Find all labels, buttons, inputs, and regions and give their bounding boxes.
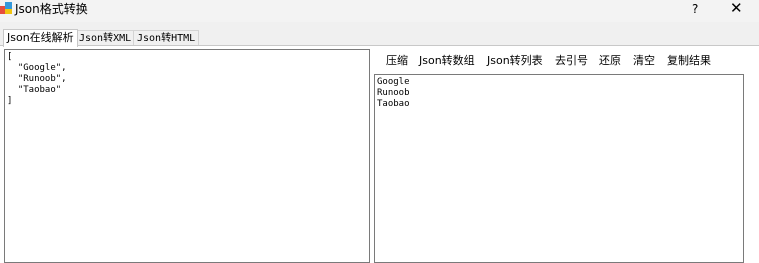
output-line: Google [377,77,410,87]
output-line: Runoob [377,88,410,98]
result-output-textarea[interactable]: Google Runoob Taobao [374,74,744,263]
window-title: Json格式转换 [15,2,88,16]
json-input-textarea[interactable]: [ "Google", "Runoob", "Taobao"] [4,49,370,263]
tab-panel: [ "Google", "Runoob", "Taobao"] 压缩 Json转… [0,45,759,263]
close-icon[interactable]: ✕ [730,0,743,17]
input-line: "Google", [7,63,67,73]
tab-json-to-xml[interactable]: Json转XML [75,30,136,46]
tab-json-to-html[interactable]: Json转HTML [133,30,200,46]
input-line: "Runoob", [7,74,67,84]
json-to-array-button[interactable]: Json转数组 [419,54,475,68]
input-line: "Taobao" [7,85,62,95]
title-bar: Json格式转换 ? ✕ [0,0,759,22]
input-line: ] [7,96,13,106]
close-button[interactable]: ✕ [730,0,743,16]
tab-json-parse[interactable]: Json在线解析 [3,29,78,47]
json-to-list-button[interactable]: Json转列表 [487,54,543,68]
remove-quotes-button[interactable]: 去引号 [555,54,588,68]
output-line: Taobao [377,99,410,109]
copy-result-button[interactable]: 复制结果 [667,54,711,68]
help-button[interactable]: ? [692,2,698,16]
restore-button[interactable]: 还原 [599,54,621,68]
clear-button[interactable]: 清空 [633,54,655,68]
compress-button[interactable]: 压缩 [386,54,408,68]
input-line: [ [7,52,13,62]
app-icon [0,2,12,14]
